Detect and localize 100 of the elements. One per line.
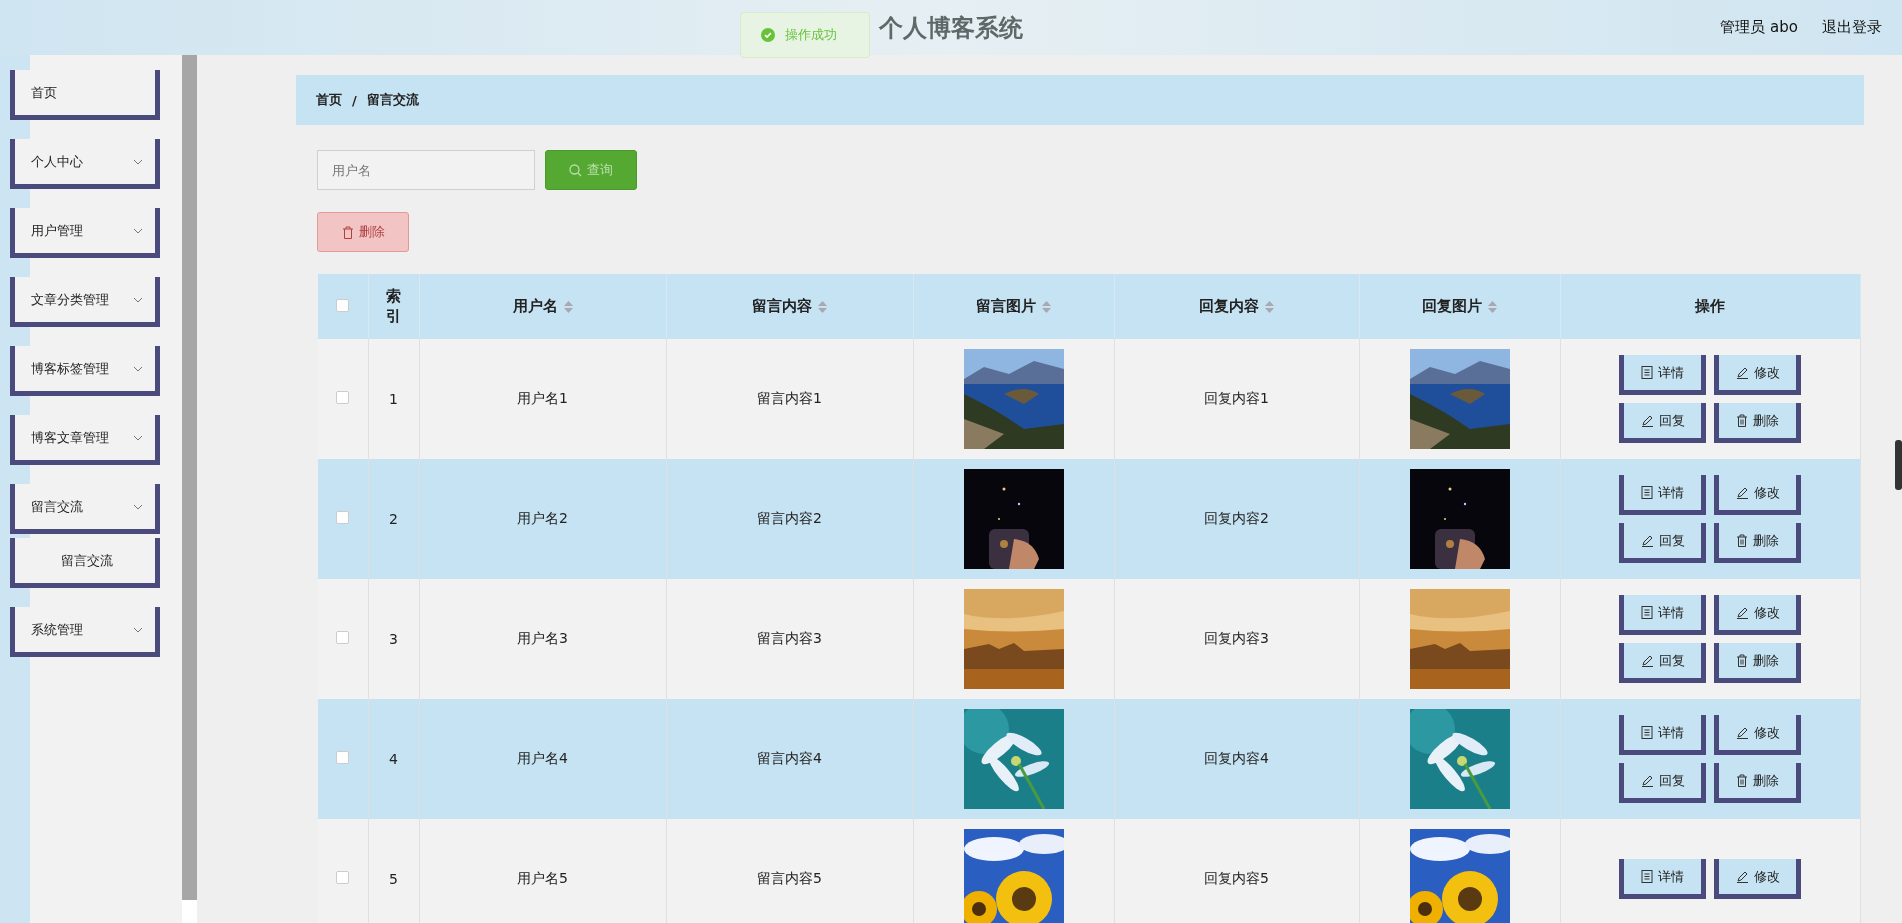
breadcrumb-item[interactable]: 首页 (316, 91, 342, 109)
chevron-icon (133, 227, 143, 234)
reply-cell: 回复内容5 (1204, 870, 1269, 886)
check-circle-icon (761, 28, 775, 42)
search-icon (569, 163, 582, 177)
reply-cell: 回复内容2 (1204, 510, 1269, 526)
trash-icon (1736, 414, 1749, 427)
action-button[interactable]: 详情 (1619, 475, 1707, 515)
chevron-icon (133, 626, 143, 633)
username-cell: 用户名2 (517, 510, 568, 526)
message-cell: 留言内容3 (757, 630, 822, 646)
username-cell: 用户名3 (517, 630, 568, 646)
index-cell: 2 (389, 511, 398, 527)
sort-icon[interactable] (1265, 300, 1274, 313)
sidebar-item[interactable]: 用户管理 (10, 208, 160, 258)
reply-cell: 回复内容4 (1204, 750, 1269, 766)
sort-icon[interactable] (563, 300, 573, 313)
pencil-icon (1640, 414, 1654, 427)
index-cell: 1 (389, 391, 398, 407)
index-cell: 4 (389, 751, 398, 767)
trash-icon (1736, 654, 1749, 667)
row-checkbox[interactable] (336, 391, 350, 404)
sidebar-item[interactable]: 博客文章管理 (10, 415, 160, 465)
chevron-icon (133, 503, 143, 510)
action-button[interactable]: 修改 (1714, 715, 1802, 755)
pencil-icon (1640, 774, 1654, 787)
chevron-icon (133, 296, 143, 303)
document-icon (1641, 486, 1654, 499)
column-header: 索引 (386, 287, 401, 326)
action-button[interactable]: 修改 (1714, 355, 1802, 395)
app-title: 个人博客系统 (879, 12, 1023, 44)
index-cell: 3 (389, 631, 398, 647)
action-button[interactable]: 删除 (1714, 763, 1802, 803)
document-icon (1641, 870, 1654, 883)
pencil-icon (1640, 534, 1654, 547)
pencil-icon (1735, 606, 1749, 619)
action-button[interactable]: 修改 (1714, 859, 1802, 899)
pencil-icon (1735, 366, 1749, 379)
action-button[interactable]: 删除 (1714, 403, 1802, 443)
message-cell: 留言内容4 (757, 750, 822, 766)
action-button[interactable]: 修改 (1714, 475, 1802, 515)
sidebar-item[interactable]: 首页 (10, 70, 160, 120)
action-button[interactable]: 回复 (1619, 523, 1707, 563)
sidebar-item[interactable]: 系统管理 (10, 607, 160, 657)
sidebar-item[interactable]: 博客标签管理 (10, 346, 160, 396)
username-search-field[interactable]: 用户名 (317, 150, 535, 190)
action-button[interactable]: 删除 (1714, 523, 1802, 563)
toast-message: 操作成功 (785, 26, 837, 44)
sidebar-item[interactable]: 个人中心 (10, 139, 160, 189)
column-header: 回复内容 (1199, 297, 1259, 316)
row-checkbox[interactable] (336, 511, 350, 524)
chevron-icon (133, 365, 143, 372)
column-header: 操作 (1695, 297, 1726, 316)
action-button[interactable]: 回复 (1619, 403, 1707, 443)
logout-link[interactable]: 退出登录 (1822, 18, 1882, 37)
document-icon (1641, 726, 1654, 739)
sort-icon[interactable] (818, 300, 827, 313)
row-checkbox[interactable] (336, 751, 350, 764)
document-icon (1641, 606, 1654, 619)
admin-user: 管理员 abo (1720, 18, 1798, 37)
reply-cell: 回复内容3 (1204, 630, 1269, 646)
pencil-icon (1735, 486, 1749, 499)
trash-icon (1736, 534, 1749, 547)
action-button[interactable]: 回复 (1619, 643, 1707, 683)
chevron-icon (133, 158, 143, 165)
scrollbar-thumb[interactable] (1895, 440, 1902, 490)
sort-icon[interactable] (1488, 300, 1497, 313)
row-checkbox[interactable] (336, 631, 350, 644)
sidebar-item[interactable]: 留言交流 (10, 484, 160, 534)
sidebar-item[interactable]: 文章分类管理 (10, 277, 160, 327)
index-cell: 5 (389, 871, 398, 887)
breadcrumb-item: 留言交流 (366, 91, 419, 109)
trash-icon (1736, 774, 1749, 787)
message-cell: 留言内容1 (757, 390, 822, 406)
sidebar-scrollbar[interactable] (182, 55, 197, 900)
column-header: 留言内容 (752, 297, 812, 316)
action-button[interactable]: 详情 (1619, 859, 1707, 899)
document-icon (1641, 366, 1654, 379)
column-header: 留言图片 (976, 297, 1036, 316)
breadcrumb-separator: / (352, 92, 357, 108)
action-button[interactable]: 详情 (1619, 355, 1707, 395)
sort-icon[interactable] (1042, 300, 1051, 313)
reply-cell: 回复内容1 (1204, 390, 1269, 406)
action-button[interactable]: 回复 (1619, 763, 1707, 803)
action-button[interactable]: 修改 (1714, 595, 1802, 635)
action-button[interactable]: 详情 (1619, 715, 1707, 755)
column-header: 用户名 (512, 297, 558, 316)
pencil-icon (1640, 654, 1654, 667)
select-all-checkbox[interactable] (336, 298, 350, 312)
username-cell: 用户名4 (517, 750, 568, 766)
username-cell: 用户名1 (517, 390, 568, 406)
row-checkbox[interactable] (336, 871, 350, 884)
submenu-item[interactable]: 留言交流 (10, 538, 160, 588)
username-cell: 用户名5 (517, 870, 568, 886)
pencil-icon (1735, 870, 1749, 883)
message-cell: 留言内容5 (757, 870, 822, 886)
action-button[interactable]: 删除 (1714, 643, 1802, 683)
column-header: 回复图片 (1422, 297, 1482, 316)
action-button[interactable]: 详情 (1619, 595, 1707, 635)
pencil-icon (1735, 726, 1749, 739)
